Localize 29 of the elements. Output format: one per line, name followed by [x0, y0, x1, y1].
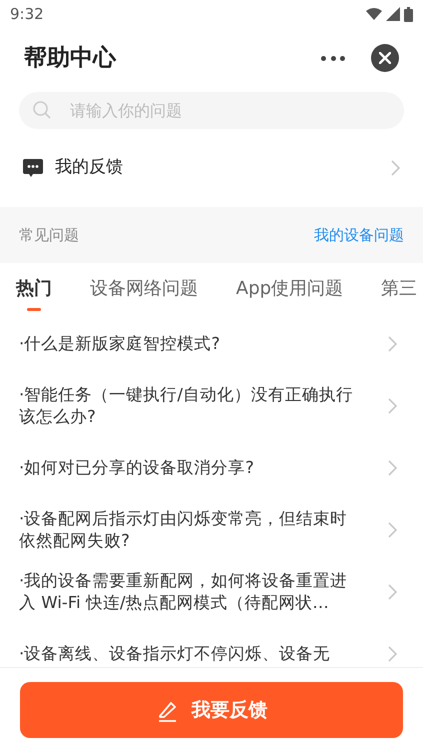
status-time: 9:32: [10, 4, 44, 25]
close-button[interactable]: [371, 44, 399, 72]
question-item[interactable]: ·什么是新版家庭智控模式?: [0, 313, 423, 375]
section-title: 常见问题: [19, 224, 79, 246]
category-tab[interactable]: App使用问题: [236, 275, 344, 311]
question-item[interactable]: ·设备离线、设备指示灯不停闪烁、设备无: [0, 623, 423, 667]
category-tab[interactable]: 设备网络问题: [90, 275, 198, 311]
page-title: 帮助中心: [24, 44, 118, 73]
question-item[interactable]: ·如何对已分享的设备取消分享?: [0, 437, 423, 499]
signal-icon: [386, 7, 400, 21]
chevron-right-icon: [388, 646, 397, 662]
chevron-right-icon: [388, 460, 397, 476]
question-item[interactable]: ·我的设备需要重新配网，如何将设备重置进入 Wi-Fi 快连/热点配网模式（待配网状…: [0, 561, 423, 623]
feedback-row[interactable]: 我的反馈: [0, 129, 423, 207]
chat-bubble-icon: [23, 158, 43, 178]
search-icon: [32, 100, 52, 120]
search-field[interactable]: 请输入你的问题: [19, 92, 404, 129]
chevron-right-icon: [388, 398, 397, 414]
question-item[interactable]: ·智能任务（一键执行/自动化）没有正确执行该怎么办?: [0, 375, 423, 437]
question-item[interactable]: ·设备配网后指示灯由闪烁变常亮，但结束时依然配网失败?: [0, 499, 423, 561]
category-tab[interactable]: 第三: [381, 275, 418, 311]
wifi-icon: [366, 8, 382, 20]
chevron-right-icon: [388, 584, 397, 600]
chevron-right-icon: [388, 522, 397, 538]
chevron-right-icon: [391, 160, 400, 176]
battery-icon: [404, 6, 413, 22]
close-icon: [379, 52, 391, 64]
chevron-right-icon: [388, 336, 397, 352]
category-tab[interactable]: 热门: [16, 275, 52, 311]
